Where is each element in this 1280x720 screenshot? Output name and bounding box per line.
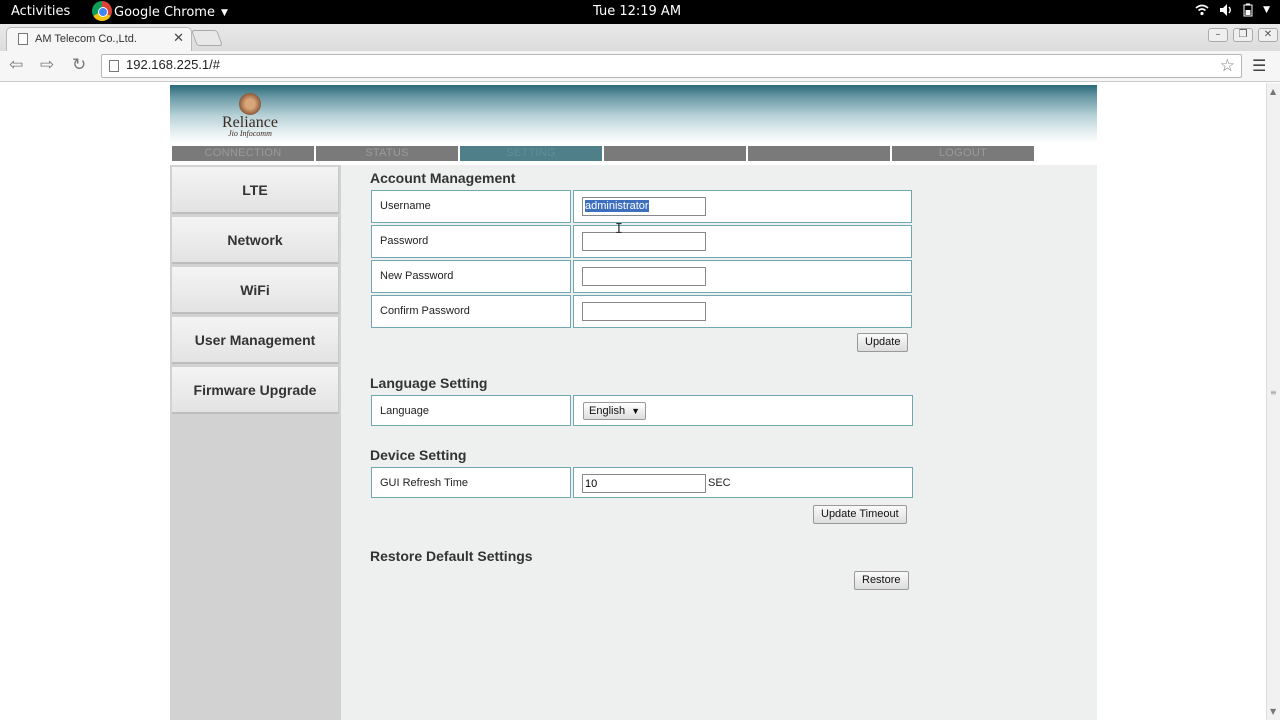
system-top-bar: Activities Google Chrome ▼ Tue 12:19 AM … [0,0,1280,24]
top-navigation: CONNECTION STATUS SETTING LOGOUT [170,145,1097,161]
username-value: administrator [585,200,649,212]
new-tab-button[interactable] [191,30,223,46]
sidebar-item-firmware-upgrade[interactable]: Firmware Upgrade [172,367,339,414]
bookmark-star-icon[interactable]: ☆ [1220,56,1235,76]
nav-setting[interactable]: SETTING [460,146,602,161]
chevron-down-icon: ▼ [220,7,228,18]
system-tray[interactable]: ▼ [1195,3,1270,21]
gui-refresh-input[interactable] [582,474,706,493]
language-label: Language [371,395,571,426]
page-viewport: Reliance Jio Infocomm CONNECTION STATUS … [0,83,1266,720]
sidebar: LTE Network WiFi User Management Firmwar… [170,165,341,720]
main-content: Account Management Username administrato… [341,165,1097,720]
brand-sub: Jio Infocomm [228,129,272,138]
update-button[interactable]: Update [857,333,909,352]
text-cursor-icon: I [615,222,623,237]
tab-strip: AM Telecom Co.,Ltd. ✕ – ❐ ✕ [0,24,1280,51]
new-password-input[interactable] [582,267,706,286]
sidebar-item-user-management[interactable]: User Management [172,317,339,364]
scroll-grip-icon[interactable]: ≡ [1270,388,1277,397]
password-input[interactable] [582,232,706,251]
confirm-password-cell [573,295,912,328]
menu-icon[interactable]: ☰ [1252,56,1266,75]
reload-icon[interactable]: ↻ [72,55,86,75]
username-cell: administrator [573,190,912,223]
language-select[interactable]: English ▼ [583,402,647,420]
new-password-label: New Password [371,260,571,293]
close-icon[interactable]: ✕ [173,31,184,46]
page-scrollbar[interactable]: ▲ ≡ ▼ [1266,83,1280,720]
gui-refresh-cell: SEC [573,467,913,498]
nav-blank-1[interactable] [604,146,746,161]
app-name: Google Chrome [114,5,215,20]
language-selected: English [589,405,626,417]
nav-connection[interactable]: CONNECTION [172,146,314,161]
username-input[interactable]: administrator [582,197,706,216]
gui-refresh-label: GUI Refresh Time [371,467,571,498]
back-icon[interactable]: ⇦ [9,55,23,75]
scroll-up-icon[interactable]: ▲ [1270,87,1276,96]
chevron-down-icon: ▼ [1263,5,1270,15]
activities-button[interactable]: Activities [11,4,70,19]
scroll-down-icon[interactable]: ▼ [1270,707,1276,716]
device-setting-title: Device Setting [370,447,467,463]
chrome-logo-icon [92,1,112,21]
reliance-emblem-icon [238,93,261,115]
browser-toolbar: ⇦ ⇨ ↻ ☆ ☰ [0,51,1280,82]
tab-title: AM Telecom Co.,Ltd. [35,33,137,45]
battery-icon [1243,3,1253,21]
nav-blank-2[interactable] [748,146,890,161]
app-menu[interactable]: Google Chrome ▼ [92,1,228,21]
sidebar-item-lte[interactable]: LTE [172,167,339,214]
password-cell: I [573,222,912,258]
language-setting-title: Language Setting [370,375,488,391]
volume-icon [1219,3,1233,21]
restore-icon[interactable]: ❐ [1233,28,1253,42]
page-icon [18,33,28,45]
page-icon [109,60,119,72]
restore-default-title: Restore Default Settings [370,548,533,564]
brand-name: Reliance [222,114,278,131]
sidebar-item-network[interactable]: Network [172,217,339,264]
update-timeout-button[interactable]: Update Timeout [813,505,907,524]
close-window-icon[interactable]: ✕ [1258,28,1278,42]
wifi-icon [1195,3,1209,21]
username-label: Username [371,190,571,223]
forward-icon[interactable]: ⇨ [40,55,54,75]
minimize-icon[interactable]: – [1208,28,1228,42]
nav-status[interactable]: STATUS [316,146,458,161]
dropdown-arrow-icon: ▼ [631,406,641,416]
clock[interactable]: Tue 12:19 AM [593,4,681,19]
account-management-title: Account Management [370,170,516,186]
restore-button[interactable]: Restore [854,571,909,590]
address-bar[interactable]: ☆ [101,54,1242,78]
new-password-cell [573,260,912,293]
password-label: Password [371,225,571,258]
brand-logo: Reliance Jio Infocomm [222,93,278,138]
browser-tab[interactable]: AM Telecom Co.,Ltd. ✕ [6,27,192,51]
header-banner: Reliance Jio Infocomm [170,85,1097,143]
confirm-password-input[interactable] [582,302,706,321]
url-input[interactable] [126,57,1206,72]
nav-logout[interactable]: LOGOUT [892,146,1034,161]
gui-refresh-unit: SEC [708,477,731,489]
language-cell: English ▼ [573,395,913,426]
sidebar-item-wifi[interactable]: WiFi [172,267,339,314]
confirm-password-label: Confirm Password [371,295,571,328]
